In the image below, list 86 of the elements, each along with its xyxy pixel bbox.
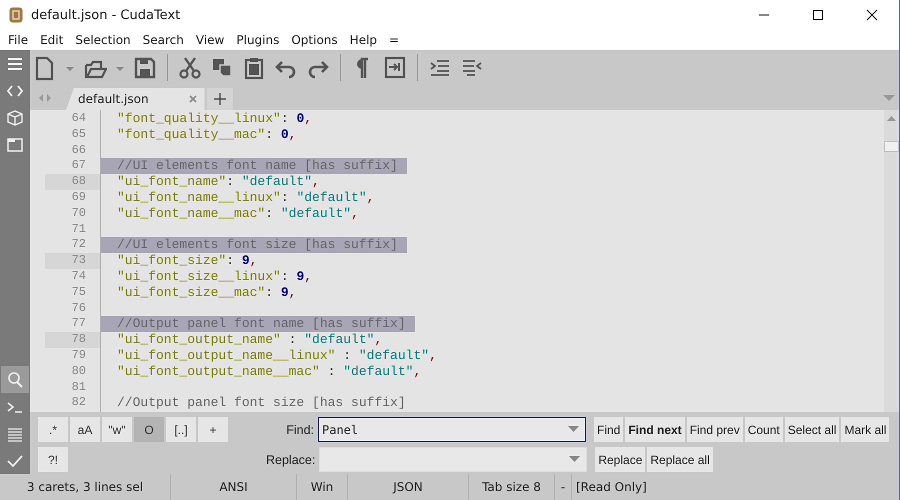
menu-item[interactable]: =	[383, 33, 406, 47]
code-comment: //UI elements font size [has suffix]	[101, 237, 407, 254]
dropdown-arrow-icon[interactable]	[568, 426, 579, 433]
line-number: 77	[70, 316, 87, 332]
code-comment: //Output panel font name [has suffix]	[101, 316, 415, 332]
scrollbar[interactable]	[884, 110, 899, 412]
status-cell: -	[555, 474, 572, 500]
scissors-icon[interactable]	[178, 54, 202, 80]
new-tab-button[interactable]	[206, 88, 233, 110]
window-icon[interactable]	[6, 136, 24, 154]
line-number: 75	[70, 284, 87, 301]
menu-item[interactable]: View	[190, 33, 230, 47]
code-line: "ui_font_name__mac": "default",	[116, 206, 360, 222]
status-cell: ANSI	[171, 474, 297, 500]
line-number: 72	[70, 237, 87, 254]
menu-item[interactable]: Edit	[34, 33, 70, 47]
line-number: 80	[70, 364, 87, 380]
line-number: 64	[70, 111, 87, 127]
find-button[interactable]: Find prev	[686, 417, 743, 442]
find-button[interactable]: Select all	[784, 417, 840, 442]
tab-key-icon[interactable]	[383, 54, 407, 80]
line-number: 71	[70, 222, 87, 238]
line-number: 66	[70, 142, 87, 158]
code-line: "ui_font_size__linux": 9,	[116, 268, 314, 285]
line-number: 76	[70, 300, 87, 316]
field-label: Find:	[285, 422, 315, 436]
code-comment: //Output panel font size [has suffix]	[116, 395, 407, 412]
line-number: 82	[70, 395, 87, 412]
line-number: 65	[70, 126, 87, 143]
window-title: default.json - CudaText	[31, 8, 182, 22]
scroll-up-icon[interactable]	[887, 115, 896, 121]
search-option-toggle[interactable]: aA	[70, 417, 100, 442]
line-number: 73	[45, 253, 100, 269]
search-option-toggle[interactable]: +	[198, 417, 228, 442]
menu-item[interactable]: Plugins	[230, 33, 286, 47]
line-number: 69	[70, 190, 87, 206]
code-line: "font_quality__mac": 0,	[116, 126, 298, 143]
dropdown-arrow-icon[interactable]	[569, 456, 580, 463]
search-option-toggle[interactable]: [..]	[166, 417, 196, 442]
line-number: 81	[70, 380, 87, 396]
status-cell: Tab size 8	[469, 474, 555, 500]
code-line: "ui_font_output_name" : "default",	[116, 332, 384, 348]
status-cell-text: [Read Only]	[575, 479, 648, 496]
search-option-toggle[interactable]: "w"	[102, 417, 132, 442]
line-number: 79	[70, 348, 87, 364]
app-icon	[9, 7, 23, 23]
status-cell: Win	[297, 474, 348, 500]
find-button[interactable]: Count	[744, 417, 783, 442]
menu-item[interactable]: Options	[285, 33, 344, 47]
line-number: 78	[45, 332, 100, 348]
find-button[interactable]: Mark all	[841, 417, 890, 442]
code-line: "font_quality__linux": 0,	[116, 111, 314, 127]
replace-field[interactable]	[319, 447, 588, 472]
line-number: 68	[45, 174, 100, 190]
line-number: 70	[70, 206, 87, 222]
replace-button[interactable]: Replace all	[647, 447, 713, 472]
find-button[interactable]: Find	[594, 417, 624, 442]
line-number: 67	[70, 158, 87, 174]
search-icon[interactable]	[6, 370, 24, 388]
code-line: "ui_font_name": "default",	[116, 174, 321, 190]
search-option-toggle[interactable]: .*	[38, 417, 68, 442]
code-line: "ui_font_output_name__linux" : "default",	[116, 348, 438, 364]
replace-button[interactable]: Replace	[595, 447, 646, 472]
line-number: 74	[70, 268, 87, 285]
maximize-icon[interactable]	[812, 9, 824, 21]
menu-item[interactable]: Selection	[69, 33, 137, 47]
search-option-toggle[interactable]: O	[134, 417, 164, 442]
box-icon[interactable]	[6, 108, 24, 126]
find-button[interactable]: Find next	[625, 417, 685, 442]
menu-item[interactable]: Help	[344, 33, 384, 47]
menu-item[interactable]: Search	[136, 33, 190, 47]
field-label: Replace:	[266, 452, 316, 466]
code-line: "ui_font_output_name__mac" : "default",	[116, 364, 422, 380]
code-line: "ui_font_size": 9,	[116, 253, 258, 269]
editor-tab[interactable]: default.json	[66, 88, 205, 110]
scrollbar-thumb[interactable]	[884, 141, 899, 152]
code-line: "ui_font_name__linux": "default",	[116, 190, 376, 206]
plus-icon	[214, 93, 226, 105]
code-line: "ui_font_size__mac": 9,	[116, 284, 298, 301]
find-field[interactable]: Panel	[318, 417, 586, 442]
search-option-toggle[interactable]: ?!	[38, 447, 68, 472]
status-cell: 3 carets, 3 lines sel	[0, 474, 171, 500]
close-icon[interactable]	[866, 9, 878, 21]
status-cell: JSON	[348, 474, 469, 500]
code-comment: //UI elements font name [has suffix]	[101, 158, 407, 174]
menu-item[interactable]: File	[2, 33, 34, 47]
